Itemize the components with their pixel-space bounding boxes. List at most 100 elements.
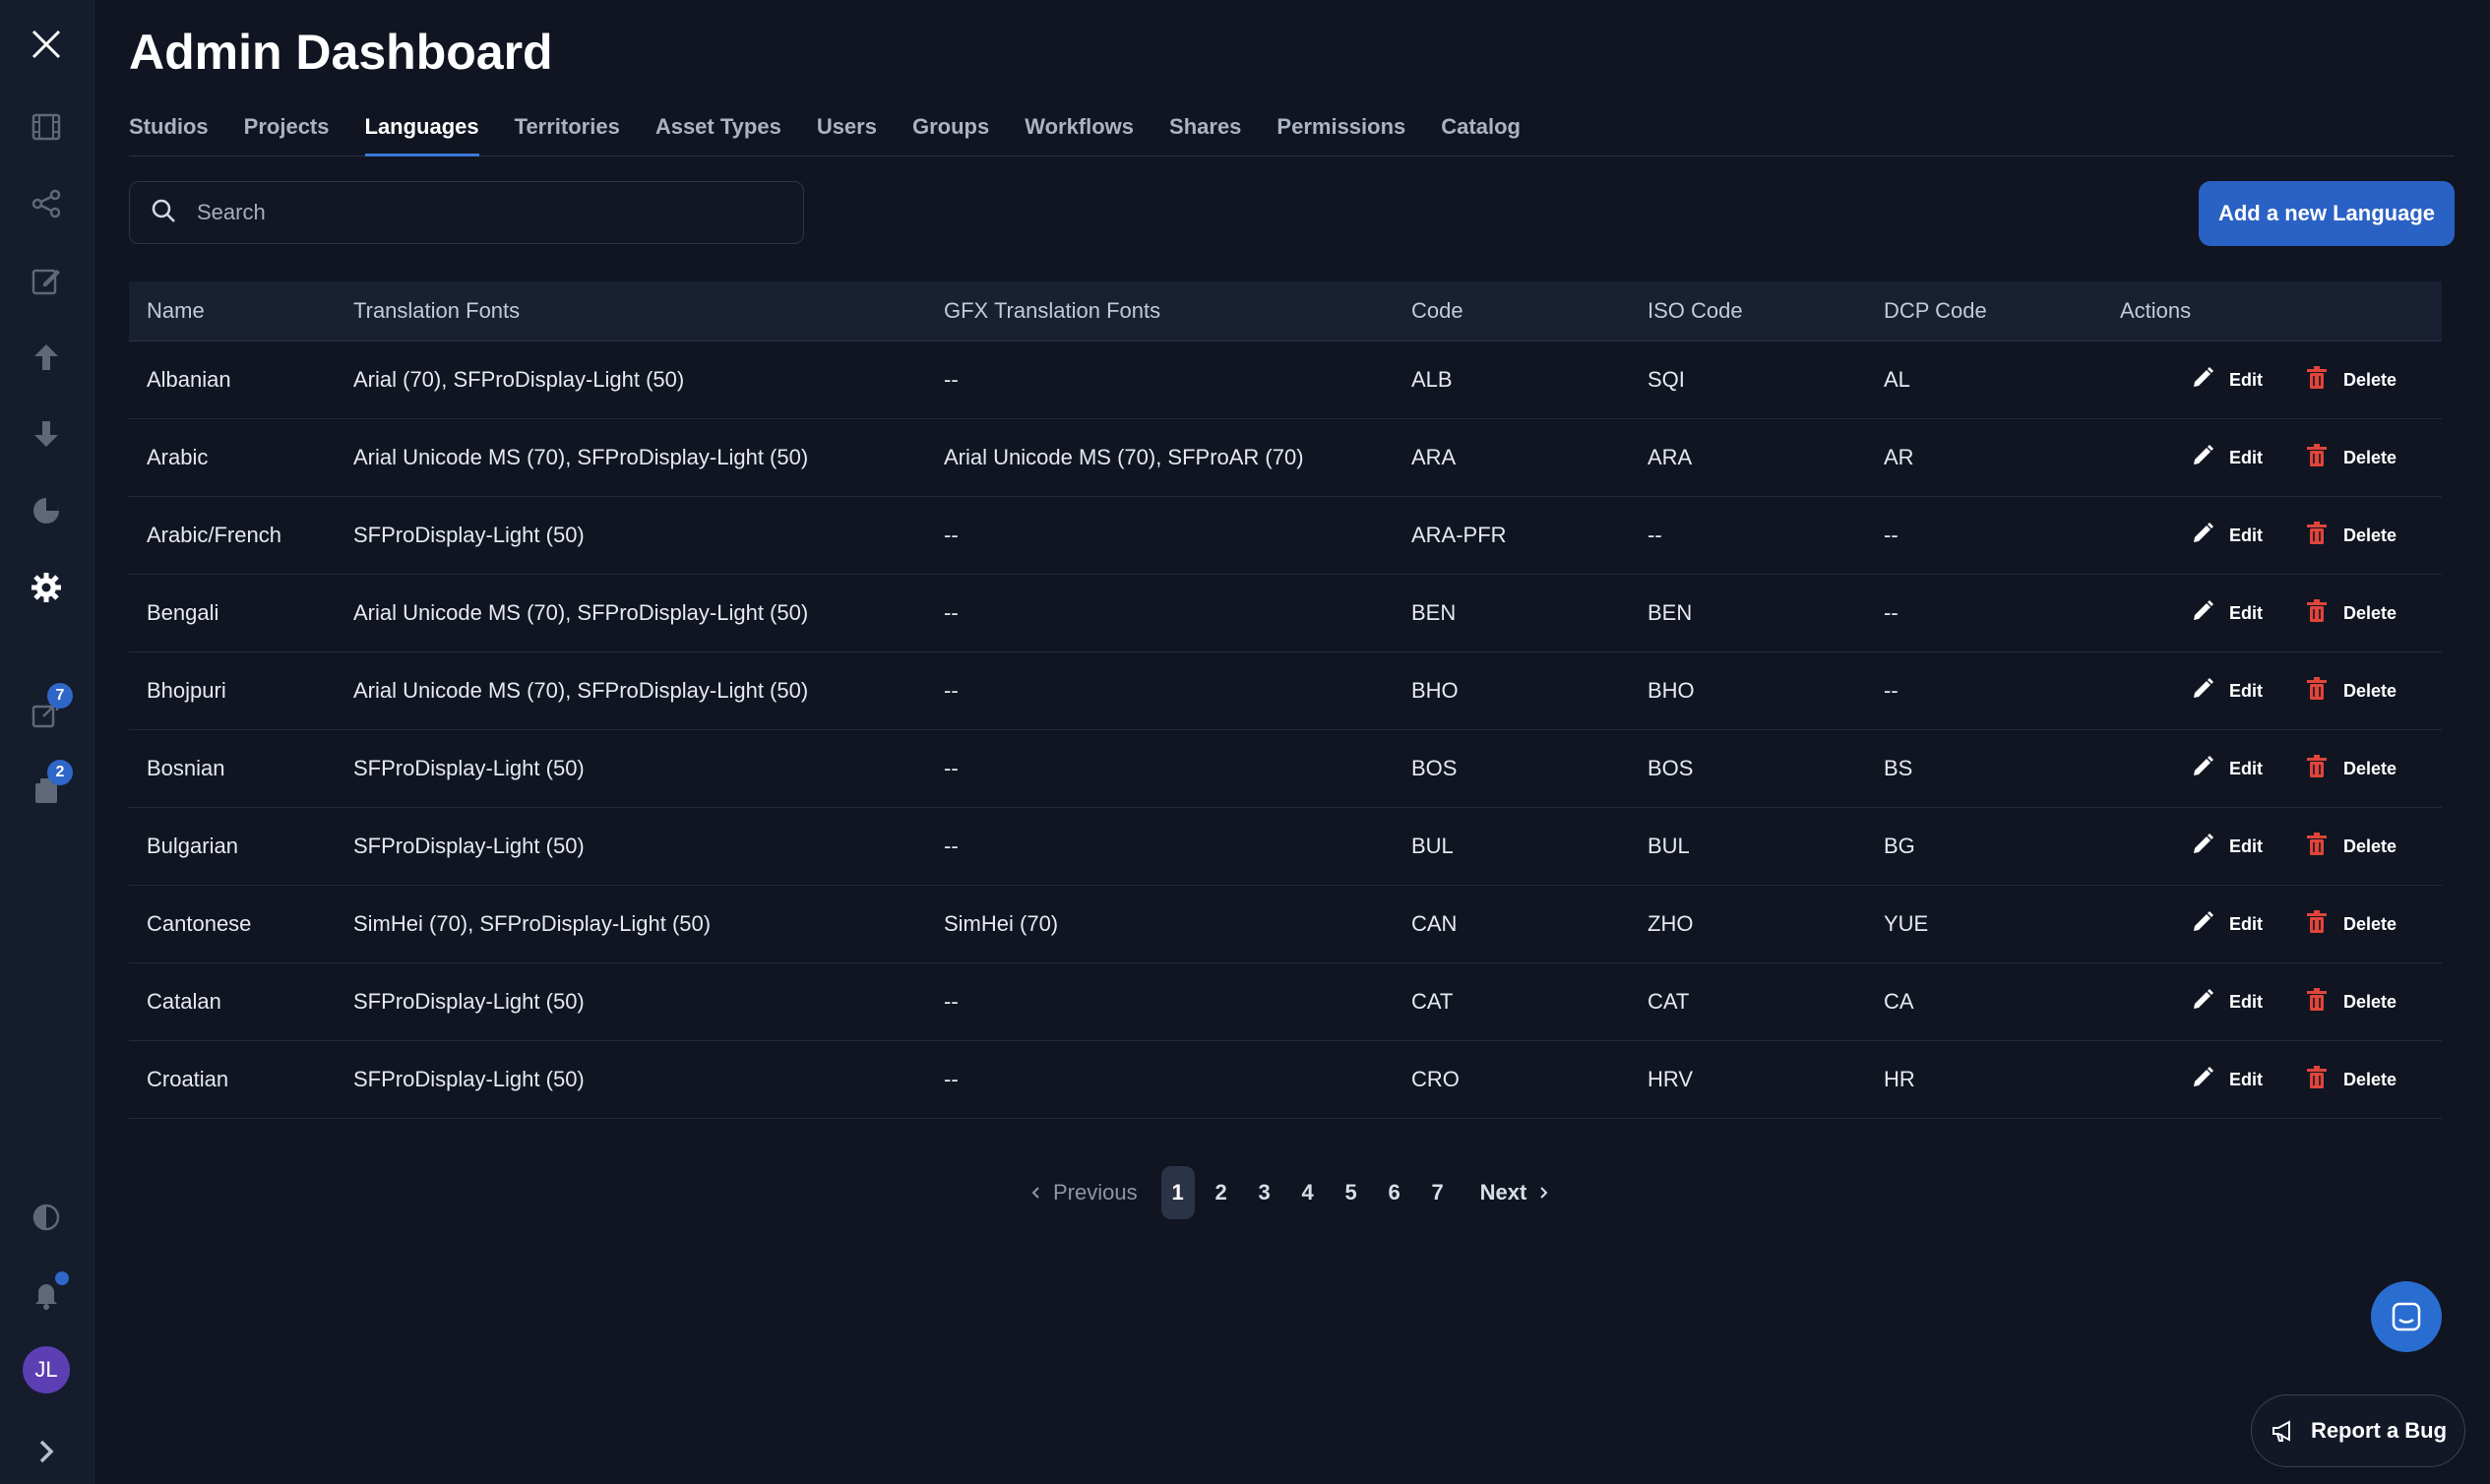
logo-icon[interactable]	[22, 20, 71, 69]
edit-button[interactable]: Edit	[2190, 365, 2263, 396]
delete-button[interactable]: Delete	[2304, 443, 2397, 473]
megaphone-icon	[2272, 1420, 2290, 1442]
tab-permissions[interactable]: Permissions	[1276, 106, 1405, 155]
edit-button[interactable]: Edit	[2190, 443, 2263, 473]
edit-button[interactable]: Edit	[2190, 909, 2263, 940]
page-6-button[interactable]: 6	[1378, 1166, 1411, 1219]
cell-gfx-translation-fonts: Arial Unicode MS (70), SFProAR (70)	[944, 445, 1304, 469]
shares-icon[interactable]: 7	[22, 683, 73, 738]
trash-icon	[2304, 987, 2330, 1018]
tab-languages[interactable]: Languages	[364, 106, 479, 156]
delete-button[interactable]: Delete	[2304, 598, 2397, 629]
pencil-icon	[2190, 987, 2215, 1018]
chevron-right-icon	[1540, 1187, 1548, 1199]
edit-document-icon[interactable]	[22, 256, 71, 305]
tab-territories[interactable]: Territories	[515, 106, 620, 155]
pencil-icon	[2190, 676, 2215, 707]
column-header-code[interactable]: Code	[1411, 298, 1463, 324]
cell-name: Bengali	[147, 600, 219, 625]
cell-name: Bhojpuri	[147, 678, 226, 703]
share-nodes-icon[interactable]	[22, 179, 71, 228]
column-header-translation-fonts[interactable]: Translation Fonts	[353, 298, 520, 324]
table-row: Bulgarian SFProDisplay-Light (50) -- BUL BUL…	[129, 808, 2442, 886]
cell-iso-code: ARA	[1648, 445, 1693, 469]
edit-button[interactable]: Edit	[2190, 598, 2263, 629]
expand-sidebar-chevron-icon[interactable]	[22, 1427, 71, 1476]
cell-dcp-code: BS	[1884, 756, 1913, 780]
cell-gfx-translation-fonts: --	[944, 1067, 959, 1091]
film-icon[interactable]	[22, 102, 71, 152]
edit-button[interactable]: Edit	[2190, 832, 2263, 862]
cell-name: Bulgarian	[147, 834, 238, 858]
notifications-bell-icon[interactable]	[22, 1269, 71, 1319]
theme-toggle-icon[interactable]	[22, 1193, 71, 1242]
edit-button[interactable]: Edit	[2190, 676, 2263, 707]
edit-button[interactable]: Edit	[2190, 1065, 2263, 1095]
delete-button[interactable]: Delete	[2304, 521, 2397, 551]
cell-dcp-code: --	[1884, 523, 1899, 547]
edit-label: Edit	[2229, 447, 2263, 467]
delete-button[interactable]: Delete	[2304, 1065, 2397, 1095]
column-header-gfx-translation-fonts[interactable]: GFX Translation Fonts	[944, 298, 1160, 324]
avatar[interactable]: JL	[23, 1346, 70, 1393]
delete-button[interactable]: Delete	[2304, 676, 2397, 707]
tab-bar: Studios Projects Languages Territories A…	[129, 106, 2455, 156]
page-4-button[interactable]: 4	[1291, 1166, 1325, 1219]
page-7-button[interactable]: 7	[1421, 1166, 1455, 1219]
tab-projects[interactable]: Projects	[244, 106, 330, 155]
cell-iso-code: CAT	[1648, 989, 1690, 1014]
cell-iso-code: SQI	[1648, 367, 1685, 392]
column-header-iso-code[interactable]: ISO Code	[1648, 298, 1743, 324]
delete-button[interactable]: Delete	[2304, 365, 2397, 396]
column-header-dcp-code[interactable]: DCP Code	[1884, 298, 1987, 324]
cell-dcp-code: YUE	[1884, 911, 1929, 936]
delete-button[interactable]: Delete	[2304, 987, 2397, 1018]
table-row: Albanian Arial (70), SFProDisplay-Light (…	[129, 341, 2442, 419]
upload-icon[interactable]	[22, 333, 71, 382]
edit-label: Edit	[2229, 680, 2263, 701]
tab-groups[interactable]: Groups	[912, 106, 989, 155]
tasks-icon[interactable]: 2	[22, 760, 73, 815]
page-title: Admin Dashboard	[129, 25, 553, 80]
trash-icon	[2304, 1065, 2330, 1095]
pencil-icon	[2190, 909, 2215, 940]
tab-asset-types[interactable]: Asset Types	[655, 106, 781, 155]
edit-button[interactable]: Edit	[2190, 987, 2263, 1018]
tab-studios[interactable]: Studios	[129, 106, 209, 155]
report-bug-button[interactable]: Report a Bug	[2251, 1394, 2465, 1467]
column-header-name[interactable]: Name	[147, 298, 205, 324]
cell-name: Croatian	[147, 1067, 229, 1091]
cell-name: Arabic	[147, 445, 209, 469]
edit-button[interactable]: Edit	[2190, 521, 2263, 551]
search-box	[129, 181, 804, 244]
delete-button[interactable]: Delete	[2304, 832, 2397, 862]
analytics-icon[interactable]	[22, 486, 71, 535]
cell-gfx-translation-fonts: --	[944, 523, 959, 547]
cell-name: Bosnian	[147, 756, 225, 780]
tab-shares[interactable]: Shares	[1169, 106, 1241, 155]
download-icon[interactable]	[22, 409, 71, 459]
cell-translation-fonts: Arial (70), SFProDisplay-Light (50)	[353, 367, 685, 392]
delete-button[interactable]: Delete	[2304, 754, 2397, 784]
table-row: Croatian SFProDisplay-Light (50) -- CRO HRV H…	[129, 1041, 2442, 1119]
page-1-button[interactable]: 1	[1160, 1166, 1195, 1219]
previous-page-button[interactable]: Previous	[1029, 1180, 1138, 1206]
search-input[interactable]	[195, 199, 770, 226]
next-page-button[interactable]: Next	[1480, 1180, 1551, 1206]
delete-button[interactable]: Delete	[2304, 909, 2397, 940]
chat-support-button[interactable]	[2371, 1281, 2442, 1352]
cell-code: BUL	[1411, 834, 1454, 858]
cell-name: Albanian	[147, 367, 231, 392]
cell-dcp-code: HR	[1884, 1067, 1915, 1091]
edit-button[interactable]: Edit	[2190, 754, 2263, 784]
tab-workflows[interactable]: Workflows	[1025, 106, 1134, 155]
page-5-button[interactable]: 5	[1335, 1166, 1368, 1219]
table-body: Albanian Arial (70), SFProDisplay-Light (…	[129, 341, 2442, 1119]
settings-gear-icon[interactable]	[22, 563, 71, 612]
tab-catalog[interactable]: Catalog	[1441, 106, 1521, 155]
page-2-button[interactable]: 2	[1205, 1166, 1238, 1219]
page-3-button[interactable]: 3	[1248, 1166, 1281, 1219]
pencil-icon	[2190, 521, 2215, 551]
tab-users[interactable]: Users	[817, 106, 877, 155]
add-language-button[interactable]: Add a new Language	[2199, 181, 2455, 246]
